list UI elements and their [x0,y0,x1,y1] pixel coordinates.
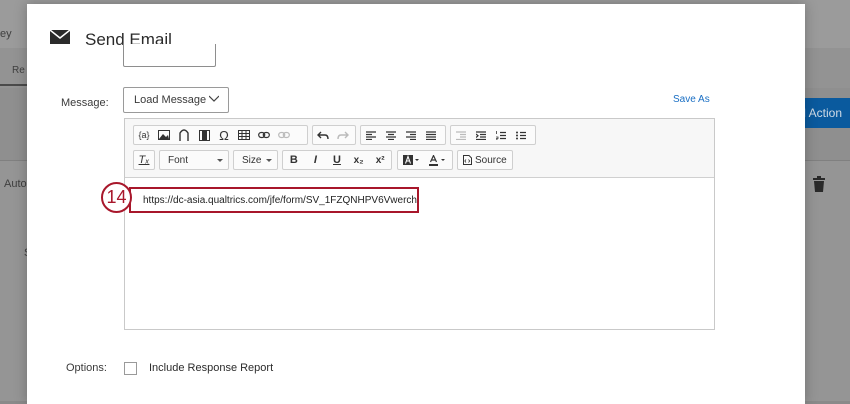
size-select-label: Size [242,154,262,166]
undo-icon[interactable] [313,126,333,144]
previous-field-select[interactable] [123,44,216,67]
background-color-icon[interactable] [398,151,424,169]
text-style-group: B I U x₂ x² [282,150,392,170]
font-select-label: Font [168,154,189,166]
source-button[interactable]: Source [458,155,512,166]
clear-format-group: Tₓ [133,150,155,170]
align-right-icon[interactable] [401,126,421,144]
italic-icon[interactable]: I [305,151,327,169]
link-icon[interactable] [254,126,274,144]
align-justify-icon[interactable] [421,126,441,144]
horseshoe-icon[interactable] [174,126,194,144]
options-label: Options: [66,362,107,374]
trash-icon[interactable] [812,176,826,192]
chevron-down-icon [209,95,219,102]
align-center-icon[interactable] [381,126,401,144]
highlighted-url: https://dc-asia.qualtrics.com/jfe/form/S… [129,187,419,213]
source-icon [463,155,472,165]
load-message-label: Load Message [134,94,207,106]
list-group [450,125,536,145]
history-group [312,125,356,145]
align-left-icon[interactable] [361,126,381,144]
include-response-report-label: Include Response Report [149,362,274,374]
unlink-icon[interactable] [274,126,294,144]
send-email-modal: Send Email Message: Load Message Save As… [27,4,805,404]
align-group [360,125,446,145]
step-number-badge: 14 [101,182,132,213]
table-icon[interactable] [234,126,254,144]
clear-format-icon[interactable]: Tₓ [134,151,154,169]
message-editor: {a} Ω Tₓ Font Size B I U x₂ x² Source ht… [124,118,715,330]
numbered-list-icon[interactable] [491,126,511,144]
font-select[interactable]: Font [159,150,229,170]
save-as-link[interactable]: Save As [673,94,710,105]
caret-down-icon [266,159,272,162]
color-group [397,150,453,170]
film-icon[interactable] [194,126,214,144]
redo-icon[interactable] [333,126,353,144]
include-response-report-checkbox[interactable] [124,362,137,375]
caret-down-icon [217,159,223,162]
editor-toolbar: {a} Ω Tₓ Font Size B I U x₂ x² Source [125,119,714,178]
superscript-icon[interactable]: x² [369,151,391,169]
body-url-text: https://dc-asia.qualtrics.com/jfe/form/S… [143,194,417,206]
insert-group: {a} Ω [133,125,308,145]
size-select[interactable]: Size [233,150,278,170]
editor-body[interactable]: https://dc-asia.qualtrics.com/jfe/form/S… [125,178,714,328]
bg-tab-partial: Re [12,65,25,76]
indent-icon[interactable] [471,126,491,144]
piped-text-icon[interactable]: {a} [134,126,154,144]
load-message-dropdown[interactable]: Load Message [123,87,229,113]
source-group: Source [457,150,513,170]
envelope-icon [50,30,70,44]
source-label: Source [475,154,507,166]
underline-icon[interactable]: U [326,151,348,169]
omega-icon[interactable]: Ω [214,126,234,144]
image-icon[interactable] [154,126,174,144]
text-color-icon[interactable] [424,151,450,169]
outdent-icon[interactable] [451,126,471,144]
bg-tab-underline [0,84,30,86]
subscript-icon[interactable]: x₂ [348,151,370,169]
bold-icon[interactable]: B [283,151,305,169]
bg-partial-text: ey [0,28,12,40]
bg-auto-text: Auto [4,178,27,190]
bulleted-list-icon[interactable] [511,126,531,144]
message-label: Message: [61,97,109,109]
